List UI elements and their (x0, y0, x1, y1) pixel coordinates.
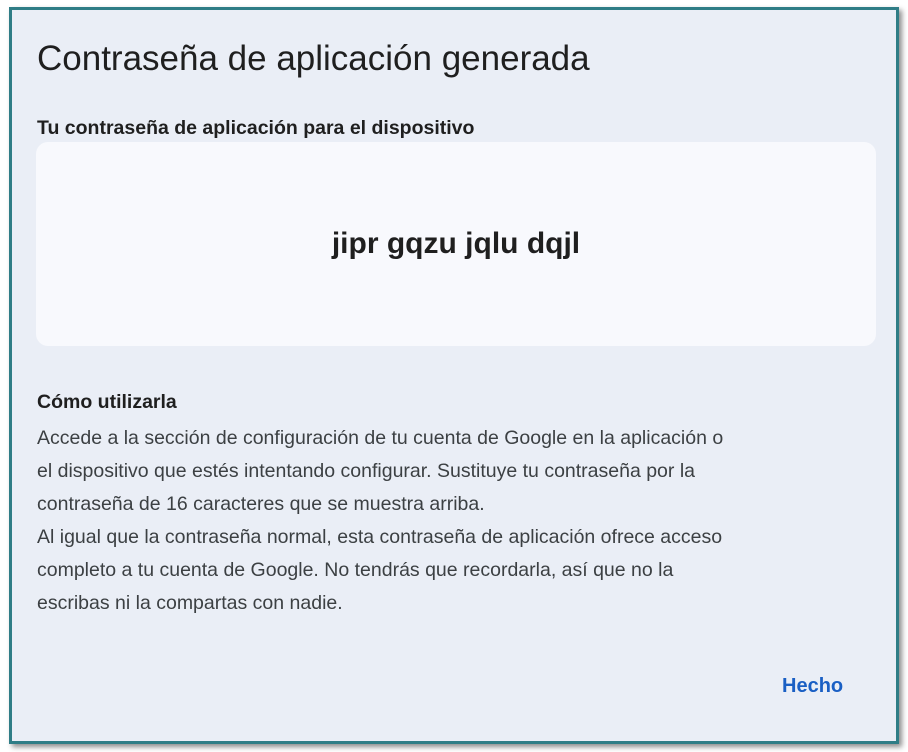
dialog-title: Contraseña de aplicación generada (37, 39, 590, 78)
done-button[interactable]: Hecho (774, 671, 851, 702)
howto-line: completo a tu cuenta de Google. No tendr… (37, 559, 674, 581)
howto-line: Accede a la sección de configuración de … (37, 427, 724, 449)
howto-line: escribas ni la compartas con nadie. (37, 592, 343, 614)
howto-heading: Cómo utilizarla (37, 391, 177, 413)
password-label: Tu contraseña de aplicación para el disp… (37, 117, 475, 139)
app-password-dialog: Contraseña de aplicación generada Tu con… (9, 7, 899, 744)
howto-text: Accede a la sección de configuración de … (37, 422, 882, 620)
howto-line: el dispositivo que estés intentando conf… (37, 460, 695, 482)
howto-line: Al igual que la contraseña normal, esta … (37, 526, 723, 548)
howto-line: contraseña de 16 caracteres que se muest… (37, 493, 485, 515)
password-box: jipr gqzu jqlu dqjl (36, 142, 876, 346)
generated-password: jipr gqzu jqlu dqjl (331, 227, 581, 260)
